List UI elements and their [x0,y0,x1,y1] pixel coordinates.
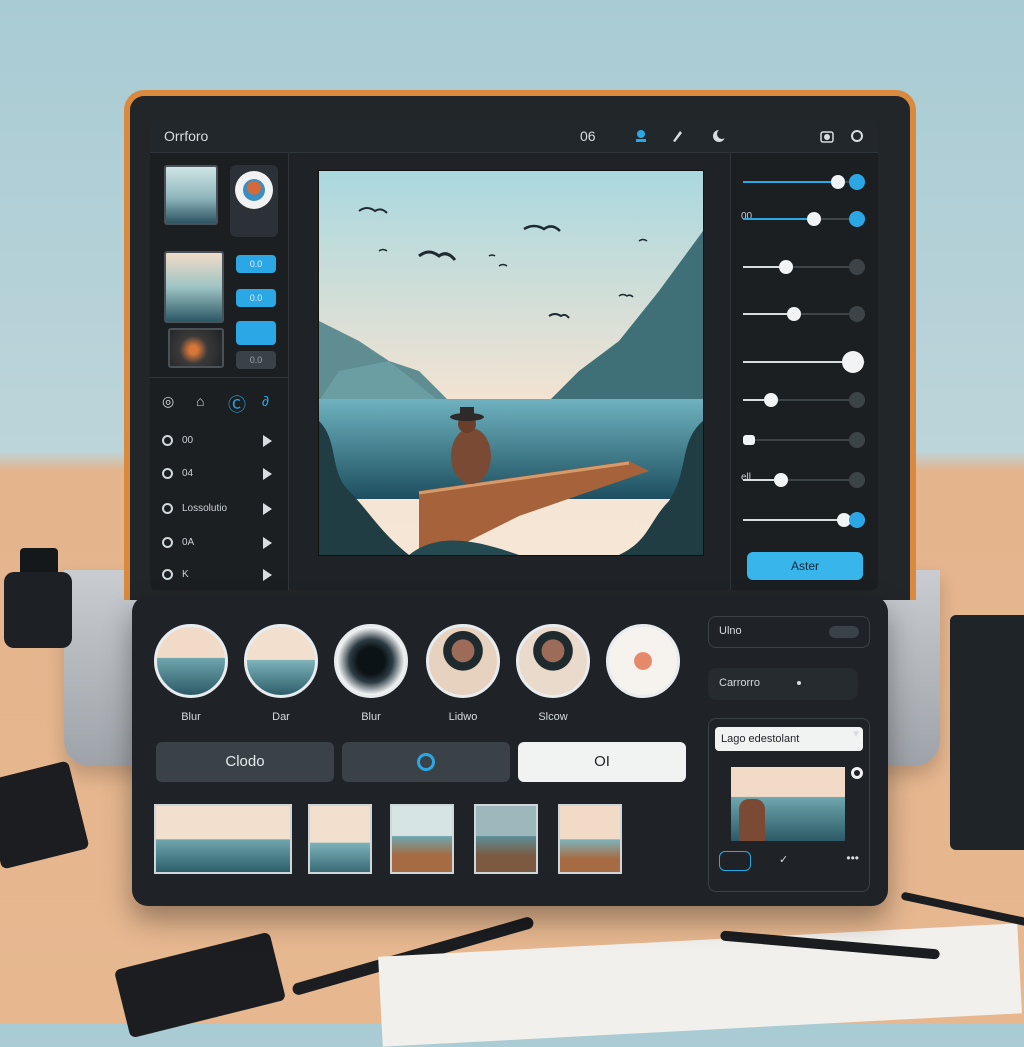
adjust-slider[interactable] [743,429,865,451]
layer-thumbnail-3[interactable] [168,328,224,368]
brush-icon[interactable] [670,129,684,143]
title-bar: Orrforo 06 [150,120,878,153]
clodo-button[interactable]: Clodo [156,742,334,782]
radio-icon[interactable] [851,767,863,779]
play-icon[interactable] [263,435,272,447]
slider-end-icon [849,306,865,322]
filter-label: Slcow [538,711,568,723]
lasso-icon[interactable]: ◎ [162,393,174,410]
list-item[interactable]: 0A [162,535,280,553]
filter-label: Blur [181,711,201,723]
ulno-field[interactable]: Ulno [708,616,870,648]
crop-circle-icon[interactable]: Ⓒ [228,391,246,417]
play-icon[interactable] [263,503,272,515]
layer-thumbnail-1[interactable] [164,165,218,225]
list-item[interactable]: 00 [162,433,280,451]
adjust-slider[interactable]: 00 [741,208,865,230]
filter-thumb[interactable] [244,624,318,698]
strip-thumb[interactable] [308,804,372,874]
apply-button[interactable]: Aster [747,552,863,580]
filter-label: Dar [272,711,290,723]
filter-label: Blur [361,711,381,723]
strip-thumb[interactable] [154,804,292,874]
chevron-down-icon[interactable]: ▼ [851,729,861,740]
strip-thumb[interactable] [474,804,538,874]
notebook [950,615,1024,850]
play-icon[interactable] [263,468,272,480]
ink-bottle [4,548,72,648]
toggle-button[interactable] [342,742,510,782]
tag-icon[interactable]: ⌂ [196,393,204,409]
filter-thumb[interactable] [606,624,680,698]
strip-thumb[interactable] [390,804,454,874]
crop-icon [162,569,173,580]
carrorro-field[interactable]: Carrorro [708,668,858,700]
adjust-slider[interactable] [743,509,865,531]
shield-icon [162,503,173,514]
filter-panel: Blur Dar Blur Lidwo Slcow Clodo OI Ulno … [132,596,888,906]
slider-end-icon [849,432,865,448]
more-icon[interactable]: ••• [846,851,859,865]
toggle-icon[interactable] [829,626,859,638]
layer-pill-3[interactable] [236,321,276,345]
slider-end-icon [849,211,865,227]
adjust-slider[interactable]: ell [741,469,865,491]
radio-icon [162,468,173,479]
adjust-slider[interactable] [743,389,865,411]
radio-icon [162,435,173,446]
list-item[interactable]: Lossolutio [162,501,280,519]
preview-dropdown[interactable]: Lago edestolant ▼ ✓ ••• [708,718,870,892]
slider-end-icon [849,174,865,190]
adjust-slider[interactable] [743,256,865,278]
small-pill-button[interactable] [719,851,751,871]
slider-end-icon [849,259,865,275]
color-swatch-button[interactable] [230,165,278,237]
slider-end-icon [849,472,865,488]
layer-thumbnail-2[interactable] [164,251,224,323]
adjustments-panel: 00 ell [730,153,878,590]
filter-label: Lidwo [448,711,478,723]
image-canvas[interactable] [318,170,704,556]
ok-button[interactable]: OI [518,742,686,782]
strip-thumb[interactable] [558,804,622,874]
filter-thumb[interactable] [426,624,500,698]
layer-pill-4[interactable]: 0.0 [236,351,276,369]
divider [150,377,288,378]
list-item[interactable]: 04 [162,466,280,484]
app-window: Orrforo 06 0.0 0.0 0.0 ◎ ⌂ Ⓒ ∂ 00 04 Los… [150,120,878,590]
link-icon[interactable]: ∂ [262,393,269,409]
adjust-slider[interactable] [743,351,865,373]
circle-icon [417,753,435,772]
layer-pill-2[interactable]: 0.0 [236,289,276,307]
landscape-image [319,171,703,555]
settings-icon[interactable] [850,129,864,143]
play-icon[interactable] [263,569,272,581]
list-item[interactable]: K [162,567,280,585]
preview-image [731,767,845,841]
play-icon[interactable] [263,537,272,549]
dropdown-header[interactable]: Lago edestolant [715,727,863,751]
dot-icon [797,681,801,685]
adjust-slider[interactable] [743,171,865,193]
filter-thumb[interactable] [516,624,590,698]
user-icon[interactable] [634,129,648,143]
app-title: Orrforo [164,128,209,144]
pencil-2 [900,891,1024,927]
filter-thumb[interactable] [334,624,408,698]
moon-icon[interactable] [712,129,727,143]
check-icon[interactable]: ✓ [779,853,788,866]
layer-pill-1[interactable]: 0.0 [236,255,276,273]
slider-end-icon [849,392,865,408]
camera-icon[interactable] [820,129,834,143]
left-panel: 0.0 0.0 0.0 ◎ ⌂ Ⓒ ∂ 00 04 Lossolutio 0A … [150,153,289,590]
slider-end-icon [849,512,865,528]
tablet-device [0,760,90,870]
adjust-slider[interactable] [743,303,865,325]
image-counter: 06 [580,128,596,144]
filter-thumb[interactable] [154,624,228,698]
phone-device [113,931,287,1039]
home-icon [162,537,173,548]
